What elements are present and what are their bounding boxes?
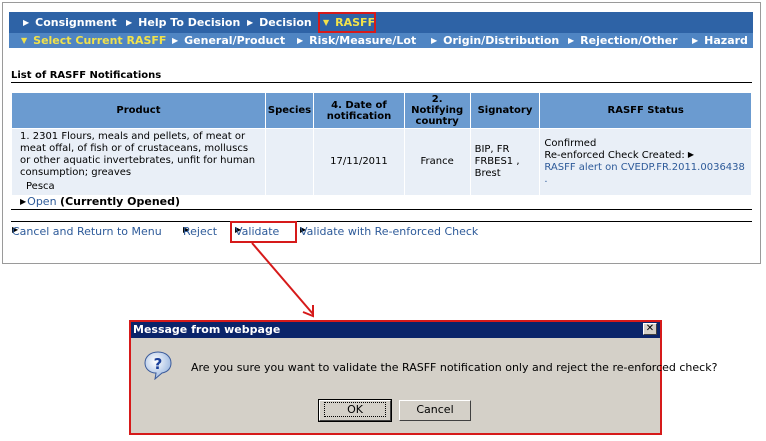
callout-line — [251, 242, 314, 315]
close-icon[interactable]: ✕ — [643, 323, 657, 335]
confirm-dialog: Message from webpage ✕ ? Are you sure yo… — [129, 320, 717, 435]
svg-text:?: ? — [154, 355, 163, 373]
dialog-title: Message from webpage — [133, 323, 281, 336]
cancel-button[interactable]: Cancel — [399, 400, 471, 421]
dialog-title-bar: Message from webpage ✕ — [131, 322, 660, 338]
question-icon: ? — [144, 351, 172, 380]
ok-button[interactable]: OK — [318, 399, 392, 422]
dialog-message: Are you sure you want to validate the RA… — [191, 361, 718, 374]
